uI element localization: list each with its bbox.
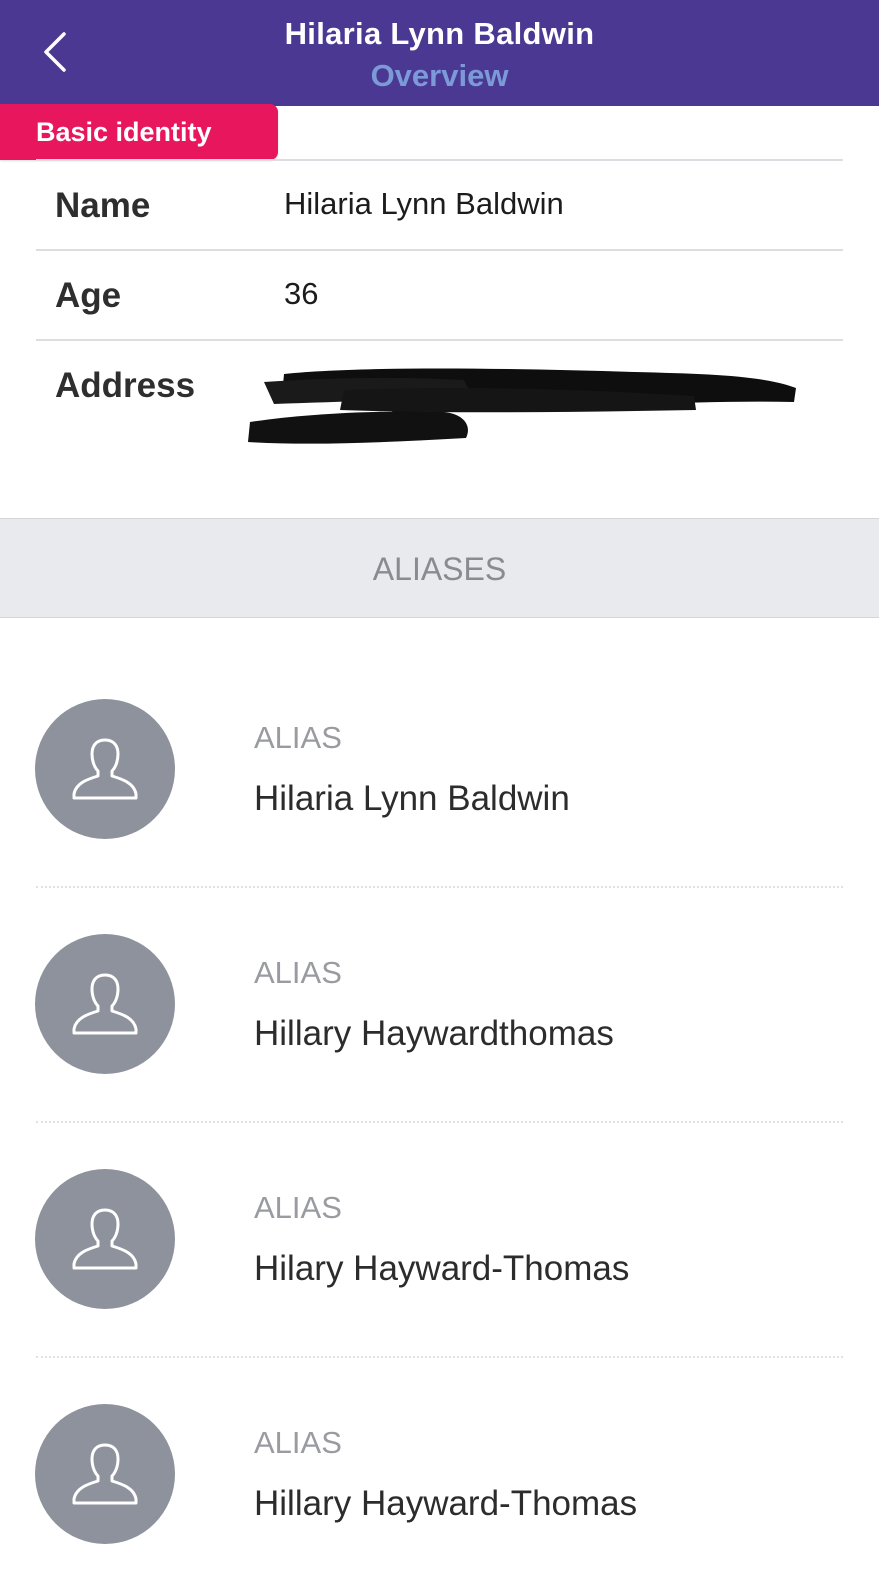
alias-list-item[interactable]: ALIAS Hilary Hayward-Thomas	[0, 1122, 879, 1357]
age-label: Age	[55, 276, 122, 315]
alias-list-item[interactable]: ALIAS Hilaria Lynn Baldwin	[0, 652, 879, 887]
alias-name: Hilary Hayward-Thomas	[254, 1249, 630, 1288]
alias-caption: ALIAS	[254, 1425, 342, 1460]
alias-list-item[interactable]: ALIAS Hillary Hayward-Thomas	[0, 1357, 879, 1578]
name-value: Hilaria Lynn Baldwin	[284, 186, 564, 221]
aliases-section-header: ALIASES	[0, 518, 879, 618]
alias-name: Hillary Haywardthomas	[254, 1014, 614, 1053]
alias-caption: ALIAS	[254, 955, 342, 990]
avatar	[35, 1169, 175, 1309]
info-row-name: Name Hilaria Lynn Baldwin	[36, 161, 843, 249]
age-value: 36	[284, 276, 319, 311]
person-icon	[72, 1443, 138, 1505]
avatar	[35, 934, 175, 1074]
alias-name: Hilaria Lynn Baldwin	[254, 779, 570, 818]
person-icon	[72, 973, 138, 1035]
alias-caption: ALIAS	[254, 720, 342, 755]
screen: Hilaria Lynn Baldwin Overview Basic iden…	[0, 0, 879, 1578]
nav-header: Hilaria Lynn Baldwin Overview	[0, 0, 879, 106]
avatar	[35, 699, 175, 839]
page-subtitle: Overview	[370, 58, 509, 93]
alias-name: Hillary Hayward-Thomas	[254, 1484, 638, 1523]
avatar	[35, 1404, 175, 1544]
page-title: Hilaria Lynn Baldwin	[284, 16, 595, 51]
address-label: Address	[55, 366, 196, 405]
redaction-scribble	[248, 368, 796, 444]
info-row-age: Age 36	[36, 251, 843, 339]
alias-caption: ALIAS	[254, 1190, 342, 1225]
alias-list-item[interactable]: ALIAS Hillary Haywardthomas	[0, 887, 879, 1122]
person-icon	[72, 1208, 138, 1270]
person-icon	[72, 738, 138, 800]
section-tag-basic-identity: Basic identity	[0, 104, 278, 160]
name-label: Name	[55, 186, 151, 225]
